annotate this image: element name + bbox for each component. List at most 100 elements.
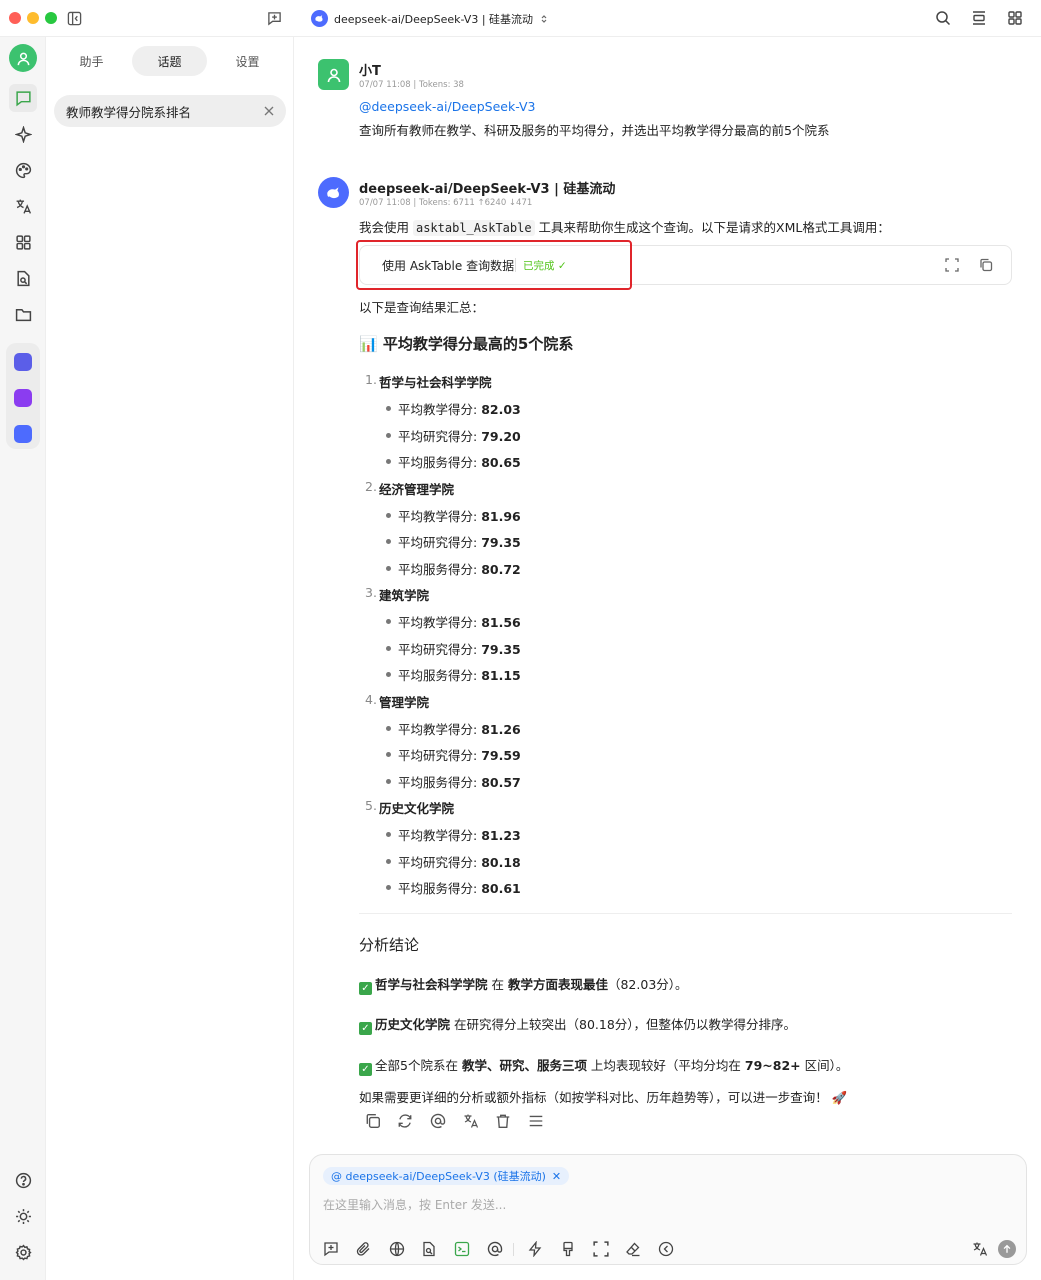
divider [359, 913, 1012, 914]
divider [513, 1243, 514, 1256]
user-avatar[interactable] [9, 44, 37, 72]
quick-phrase-bolt-icon[interactable] [527, 1240, 543, 1258]
topic-item[interactable]: 教师教学得分院系排名 [54, 95, 286, 127]
close-icon[interactable] [264, 106, 274, 116]
teaching-score: 平均教学得分: 81.96 [398, 506, 521, 525]
score-value: 81.56 [481, 615, 521, 630]
copy-icon[interactable] [979, 258, 993, 272]
toggle-sidebar-icon[interactable] [67, 11, 82, 26]
score-label: 平均服务得分: [398, 774, 482, 790]
service-score: 平均服务得分: 80.61 [398, 878, 521, 897]
new-topic-icon[interactable] [323, 1241, 339, 1257]
bullet [386, 832, 391, 837]
icon-rail [0, 37, 46, 1280]
assistant-message-meta: 07/07 11:08 | Tokens: 6711 ↑6240 ↓471 [359, 198, 533, 208]
web-search-globe-icon[interactable] [389, 1241, 405, 1257]
knowledge-file-icon[interactable] [9, 264, 37, 292]
pinned-deepseek-icon[interactable] [14, 425, 32, 443]
apps-grid-icon[interactable] [1007, 10, 1023, 26]
score-value: 80.65 [481, 455, 521, 471]
translate-icon[interactable] [972, 1241, 988, 1257]
tab-assistants[interactable]: 助手 [54, 46, 129, 76]
model-selector[interactable]: deepseek-ai/DeepSeek-V3 | 硅基流动 [311, 10, 549, 27]
folder-icon[interactable] [9, 300, 37, 328]
regenerate-icon[interactable] [397, 1113, 413, 1129]
theme-sun-icon[interactable] [9, 1202, 37, 1230]
mention-icon[interactable] [430, 1113, 446, 1129]
bullet [386, 885, 391, 891]
clear-brush-icon[interactable] [560, 1241, 576, 1257]
model-mention[interactable]: @deepseek-ai/DeepSeek-V3 [359, 99, 536, 114]
close-icon[interactable]: ✕ [552, 1170, 561, 1183]
department-name: 管理学院 [379, 694, 430, 710]
attachment-icon[interactable] [356, 1241, 372, 1257]
chat-icon[interactable] [9, 84, 37, 112]
search-icon[interactable] [935, 10, 951, 26]
conclusion-text: 区间）。 [800, 1058, 849, 1073]
score-value: 81.96 [481, 508, 521, 524]
close-window-button[interactable] [9, 12, 21, 24]
department-name: 历史文化学院 [379, 801, 455, 816]
topics-panel: 助手 话题 设置 教师教学得分院系排名 [46, 37, 294, 1280]
score-label: 平均服务得分: [398, 668, 482, 684]
department-name: 建筑学院 [379, 588, 430, 603]
score-label: 平均研究得分: [398, 535, 482, 551]
translate-icon[interactable] [9, 192, 37, 220]
maximize-window-button[interactable] [45, 12, 57, 24]
eraser-icon[interactable] [625, 1241, 641, 1257]
tool-name-code: asktabl_AskTable [412, 220, 535, 236]
bullet [386, 858, 391, 864]
menu-icon[interactable] [528, 1113, 544, 1129]
bullet [386, 645, 391, 651]
user-message-avatar [318, 59, 349, 90]
send-button[interactable] [998, 1240, 1016, 1258]
collapse-left-icon[interactable] [658, 1241, 674, 1257]
department-name: 经济管理学院 [379, 481, 455, 497]
deepseek-logo-icon [311, 10, 328, 27]
model-mention-chip[interactable]: @ deepseek-ai/DeepSeek-V3 (硅基流动) ✕ [323, 1167, 570, 1185]
palette-icon[interactable] [9, 156, 37, 184]
bullet [386, 672, 391, 678]
tab-topics[interactable]: 话题 [132, 46, 207, 76]
help-icon[interactable] [9, 1166, 37, 1194]
conclusion-text: 上均表现较好（平均分均在 [586, 1058, 745, 1073]
pinned-app-1-icon[interactable] [14, 353, 32, 371]
closing-text: 如果需要更详细的分析或额外指标（如按学科对比、历年趋势等），可以进一步查询！ 🚀 [359, 1090, 848, 1105]
summary-intro: 以下是查询结果汇总： [359, 300, 485, 315]
conclusion-item: ✓ 历史文化学院 在研究得分上较突出（80.18分），但整体仍以教学得分排序。 [359, 1014, 796, 1035]
mini-apps-icon[interactable] [9, 228, 37, 256]
expand-icon[interactable] [945, 258, 959, 272]
score-value: 79.59 [481, 748, 521, 764]
tab-settings[interactable]: 设置 [210, 46, 285, 76]
settings-gear-icon[interactable] [9, 1238, 37, 1266]
bullet [386, 512, 391, 518]
score-label: 平均教学得分: [398, 828, 482, 843]
department-name: 哲学与社会科学学院 [379, 375, 492, 390]
conclusion-bold: 历史文化学院 [375, 1017, 451, 1032]
service-score: 平均服务得分: 80.72 [398, 559, 521, 578]
conclusion-text: 全部5个院系在 [375, 1058, 462, 1073]
minimize-window-button[interactable] [27, 12, 39, 24]
teaching-score: 平均教学得分: 81.56 [398, 612, 521, 631]
model-title: deepseek-ai/DeepSeek-V3 | 硅基流动 [334, 12, 534, 26]
score-value: 82.03 [481, 402, 521, 417]
pinned-app-2-icon[interactable] [14, 389, 32, 407]
intro-text-after: 工具来帮助你生成这个查询。以下是请求的XML格式工具调用： [534, 220, 890, 235]
fullscreen-icon[interactable] [593, 1241, 609, 1257]
copy-icon[interactable] [365, 1113, 381, 1129]
conclusion-bold: 教学、研究、服务三项 [461, 1058, 587, 1073]
mcp-tools-icon[interactable] [454, 1241, 470, 1257]
layout-toggle-icon[interactable] [971, 10, 987, 26]
bullet [386, 432, 391, 438]
delete-icon[interactable] [495, 1113, 511, 1129]
translate-icon[interactable] [463, 1113, 479, 1129]
assistant-avatar [318, 177, 349, 208]
sparkle-icon[interactable] [9, 120, 37, 148]
message-input[interactable]: 在这里输入消息，按 Enter 发送... [323, 1196, 506, 1213]
new-topic-icon[interactable] [267, 11, 282, 26]
knowledge-base-icon[interactable] [421, 1241, 437, 1257]
message-composer[interactable]: @ deepseek-ai/DeepSeek-V3 (硅基流动) ✕ 在这里输入… [309, 1154, 1027, 1265]
check-mark-icon: ✓ [359, 982, 372, 995]
mention-icon[interactable] [487, 1241, 503, 1257]
conclusion-bold: 教学方面表现最佳 [507, 977, 608, 992]
